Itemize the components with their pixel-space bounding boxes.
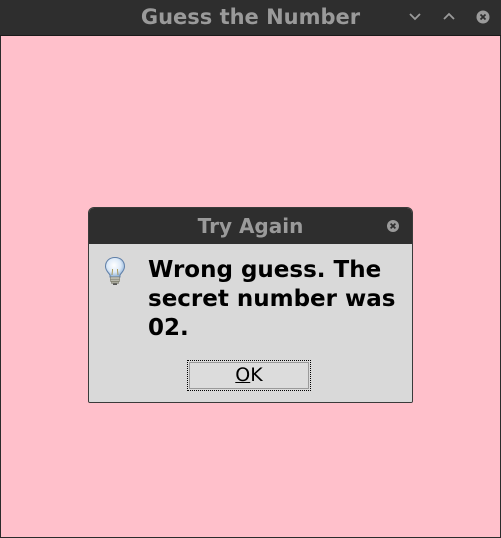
dialog-title: Try Again (197, 214, 304, 238)
ok-button[interactable]: OK (187, 360, 311, 391)
main-window: Guess the Number Try Again Wrong guess. … (0, 0, 501, 538)
close-button[interactable] (473, 7, 493, 27)
dialog-message: Wrong guess. The secret number was 02. (148, 257, 396, 341)
maximize-button[interactable] (439, 7, 459, 27)
ok-button-mnemonic: O (235, 364, 251, 386)
close-icon (473, 7, 493, 27)
window-title: Guess the Number (140, 5, 361, 29)
dialog-body: Wrong guess. The secret number was 02. O… (89, 244, 412, 402)
dialog-titlebar[interactable]: Try Again (89, 208, 412, 244)
lightbulb-icon (103, 256, 127, 286)
dialog-close-button[interactable] (385, 218, 401, 234)
chevron-up-icon (439, 7, 459, 27)
chevron-down-icon (405, 7, 425, 27)
try-again-dialog: Try Again Wrong guess. The secret number… (88, 207, 413, 403)
close-icon (385, 219, 401, 238)
window-titlebar[interactable]: Guess the Number (0, 0, 501, 36)
ok-button-label-rest: K (250, 364, 263, 386)
minimize-button[interactable] (405, 7, 425, 27)
